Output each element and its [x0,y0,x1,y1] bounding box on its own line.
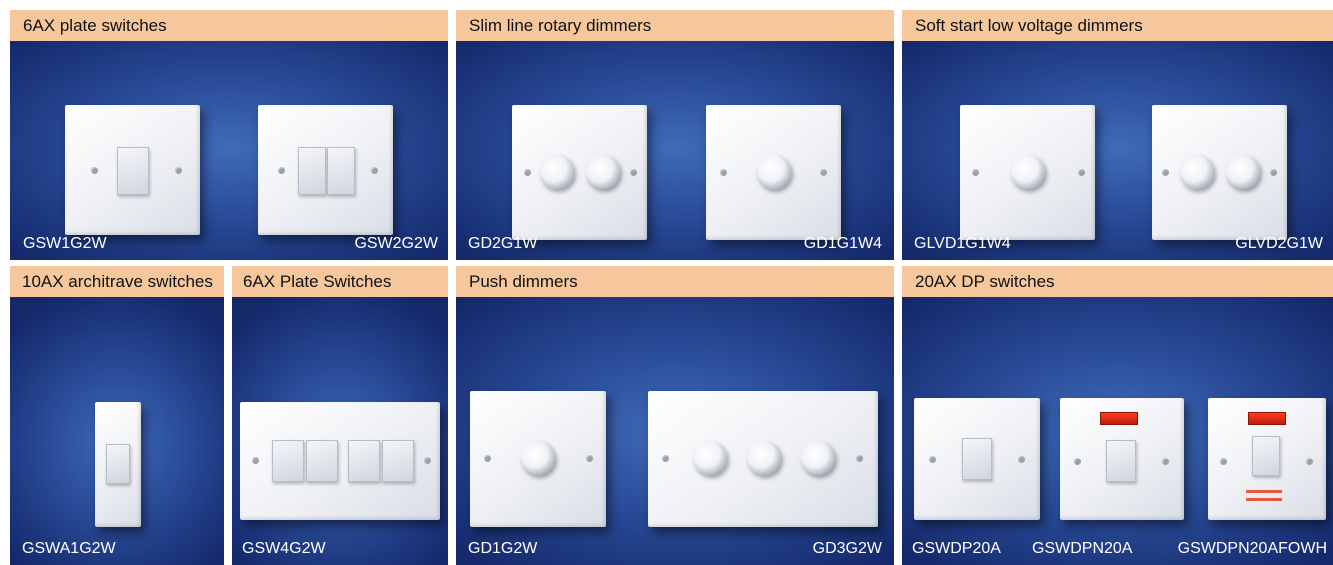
switch-plate-2-gang [258,105,393,235]
dimmer-knob [586,155,620,189]
dimmer-plate-1-gang [960,105,1095,240]
screw-icon [175,167,182,174]
screw-icon [484,455,491,462]
flex-outlet-icon [1246,498,1282,501]
rocker-switch [382,440,414,482]
dimmer-knob [693,441,727,475]
dimmer-knob [757,155,791,189]
panel-header: Soft start low voltage dimmers [902,10,1333,41]
rocker-switch [1252,436,1280,476]
screw-icon [662,455,669,462]
screw-icon [524,169,531,176]
screw-icon [424,457,431,464]
panel-plate-switches-4-gang: GSW4G2W [232,296,448,565]
screw-icon [929,456,936,463]
screw-icon [278,167,285,174]
product-code-left: GSWA1G2W [22,540,116,557]
screw-icon [1074,458,1081,465]
screw-icon [630,169,637,176]
dimmer-plate-2-gang [1152,105,1287,240]
panel-header: Slim line rotary dimmers [456,10,894,41]
product-code-left: GSW4G2W [242,540,326,557]
screw-icon [252,457,259,464]
rocker-switch [298,147,326,195]
screw-icon [1220,458,1227,465]
screw-icon [820,169,827,176]
screw-icon [1270,169,1277,176]
dimmer-knob [540,155,574,189]
dimmer-knob [1180,155,1214,189]
dp-switch-plate-neon-flex-outlet [1208,398,1326,520]
rocker-switch [106,444,130,484]
dimmer-knob [521,441,555,475]
rocker-switch [306,440,338,482]
panel-plate-switches: 6AX plate switches GSW1G2W GSW2G2W [10,10,448,260]
product-code-right: GLVD2G1W [1235,235,1323,252]
dimmer-plate-2-gang [512,105,647,240]
panel-dp-switches: 20AX DP switches GSWDP20A GSWDPN20A GSWD… [902,266,1333,565]
dp-switch-plate-neon [1060,398,1184,520]
panel-header: Push dimmers [456,266,894,297]
panel-header-architrave: 10AX architrave switches [10,266,224,297]
rocker-switch [962,438,992,480]
screw-icon [1162,169,1169,176]
dimmer-knob [1226,155,1260,189]
screw-icon [1306,458,1313,465]
product-code-left: GLVD1G1W4 [914,235,1011,252]
product-code-middle: GSWDPN20A [1032,540,1133,557]
push-dimmer-plate-3-gang [648,391,878,527]
product-code-right: GD1G1W4 [803,235,882,252]
rocker-switch [327,147,355,195]
panel-header: 20AX DP switches [902,266,1333,297]
neon-indicator-icon [1100,412,1138,425]
dp-switch-plate [914,398,1040,520]
product-code-right: GSWDPN20AFOWH [1177,540,1327,557]
dimmer-knob [1011,155,1045,189]
rocker-switch [1106,440,1136,482]
neon-indicator-icon [1248,412,1286,425]
product-code-left: GSWDP20A [912,540,1001,557]
flex-outlet-icon [1246,490,1282,493]
screw-icon [720,169,727,176]
rocker-switch [117,147,149,195]
screw-icon [972,169,979,176]
dimmer-knob [747,441,781,475]
switch-plate-1-gang [65,105,200,235]
dimmer-plate-1-gang [706,105,841,240]
panel-architrave-switches: GSWA1G2W [10,296,224,565]
panel-header-plate-switches-4-gang: 6AX Plate Switches [232,266,448,297]
dimmer-knob [801,441,835,475]
screw-icon [1018,456,1025,463]
product-code-left: GD2G1W [468,235,538,252]
panel-rotary-dimmers: Slim line rotary dimmers GD2G1W GD1G1W4 [456,10,894,260]
product-code-right: GSW2G2W [354,235,438,252]
screw-icon [586,455,593,462]
architrave-switch-plate [95,402,141,527]
screw-icon [91,167,98,174]
panel-header: 6AX plate switches [10,10,448,41]
push-dimmer-plate-1-gang [470,391,606,527]
screw-icon [856,455,863,462]
product-code-left: GD1G2W [468,540,538,557]
panel-push-dimmers: Push dimmers GD1G2W GD3G2W [456,266,894,565]
screw-icon [1162,458,1169,465]
rocker-switch [348,440,380,482]
panel-lv-dimmers: Soft start low voltage dimmers GLVD1G1W4… [902,10,1333,260]
screw-icon [1078,169,1085,176]
rocker-switch [272,440,304,482]
product-code-right: GD3G2W [812,540,882,557]
switch-plate-4-gang [240,402,440,520]
product-code-left: GSW1G2W [23,235,107,252]
screw-icon [371,167,378,174]
